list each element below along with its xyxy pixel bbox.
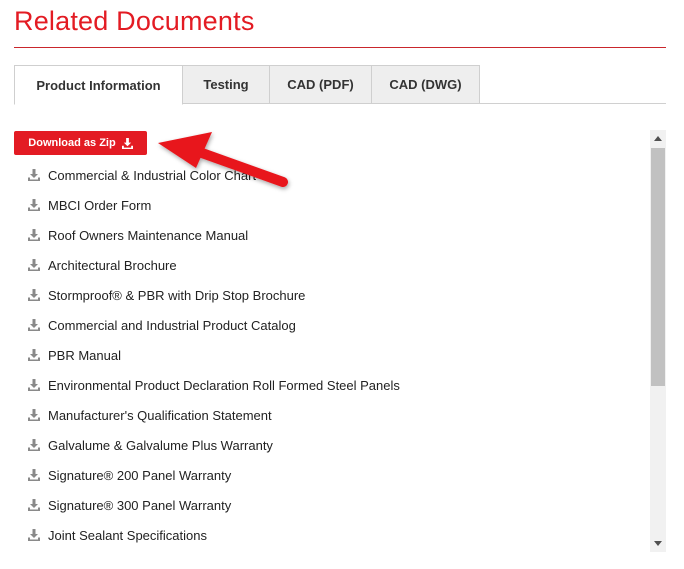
tab-cad-pdf[interactable]: CAD (PDF) bbox=[269, 65, 372, 104]
document-item[interactable]: Galvalume & Galvalume Plus Warranty bbox=[28, 430, 400, 460]
document-label: Galvalume & Galvalume Plus Warranty bbox=[48, 437, 273, 453]
document-item[interactable]: Commercial and Industrial Product Catalo… bbox=[28, 310, 400, 340]
download-icon bbox=[28, 439, 40, 451]
document-item[interactable]: Roof Owners Maintenance Manual bbox=[28, 220, 400, 250]
tab-product-information[interactable]: Product Information bbox=[14, 65, 183, 105]
document-label: Stormproof® & PBR with Drip Stop Brochur… bbox=[48, 287, 306, 303]
download-zip-label: Download as Zip bbox=[28, 137, 116, 149]
document-item[interactable]: Architectural Brochure bbox=[28, 250, 400, 280]
page-title: Related Documents bbox=[14, 6, 255, 36]
document-item[interactable]: Environmental Product Declaration Roll F… bbox=[28, 370, 400, 400]
title-divider bbox=[14, 47, 666, 48]
document-label: Joint Sealant Specifications bbox=[48, 527, 207, 543]
download-icon bbox=[28, 199, 40, 211]
vertical-scrollbar[interactable] bbox=[650, 130, 666, 552]
download-icon bbox=[28, 259, 40, 271]
document-item[interactable]: Joint Sealant Specifications bbox=[28, 520, 400, 550]
download-icon bbox=[28, 289, 40, 301]
document-label: Commercial and Industrial Product Catalo… bbox=[48, 317, 296, 333]
document-list: Commercial & Industrial Color Chart MBCI… bbox=[28, 160, 400, 550]
annotation-arrow-icon bbox=[158, 132, 288, 187]
document-item[interactable]: Stormproof® & PBR with Drip Stop Brochur… bbox=[28, 280, 400, 310]
document-item[interactable]: Manufacturer's Qualification Statement bbox=[28, 400, 400, 430]
download-icon bbox=[28, 379, 40, 391]
download-icon bbox=[28, 229, 40, 241]
document-label: Signature® 200 Panel Warranty bbox=[48, 467, 232, 483]
document-label: Signature® 300 Panel Warranty bbox=[48, 497, 232, 513]
document-item[interactable]: PBR Manual bbox=[28, 340, 400, 370]
documents-panel: Download as Zip Commercial & Industrial … bbox=[14, 130, 650, 552]
document-label: PBR Manual bbox=[48, 347, 121, 363]
document-label: Architectural Brochure bbox=[48, 257, 177, 273]
scroll-down-arrow-icon[interactable] bbox=[650, 535, 666, 552]
document-item[interactable]: Signature® 300 Panel Warranty bbox=[28, 490, 400, 520]
download-icon bbox=[28, 499, 40, 511]
document-label: Environmental Product Declaration Roll F… bbox=[48, 377, 400, 393]
scrollbar-thumb[interactable] bbox=[651, 148, 665, 386]
download-zip-button[interactable]: Download as Zip bbox=[14, 131, 147, 155]
scroll-up-arrow-icon[interactable] bbox=[650, 130, 666, 147]
document-label: Roof Owners Maintenance Manual bbox=[48, 227, 249, 243]
download-icon bbox=[28, 409, 40, 421]
document-label: Manufacturer's Qualification Statement bbox=[48, 407, 272, 423]
document-item[interactable]: Signature® 200 Panel Warranty bbox=[28, 460, 400, 490]
tab-cad-dwg[interactable]: CAD (DWG) bbox=[371, 65, 480, 104]
download-icon bbox=[28, 349, 40, 361]
download-icon bbox=[28, 469, 40, 481]
download-icon bbox=[121, 137, 133, 149]
tab-testing[interactable]: Testing bbox=[182, 65, 270, 104]
download-icon bbox=[28, 319, 40, 331]
download-icon bbox=[28, 169, 40, 181]
document-label: MBCI Order Form bbox=[48, 197, 152, 213]
download-icon bbox=[28, 529, 40, 541]
tab-bar: Product Information Testing CAD (PDF) CA… bbox=[14, 65, 666, 105]
